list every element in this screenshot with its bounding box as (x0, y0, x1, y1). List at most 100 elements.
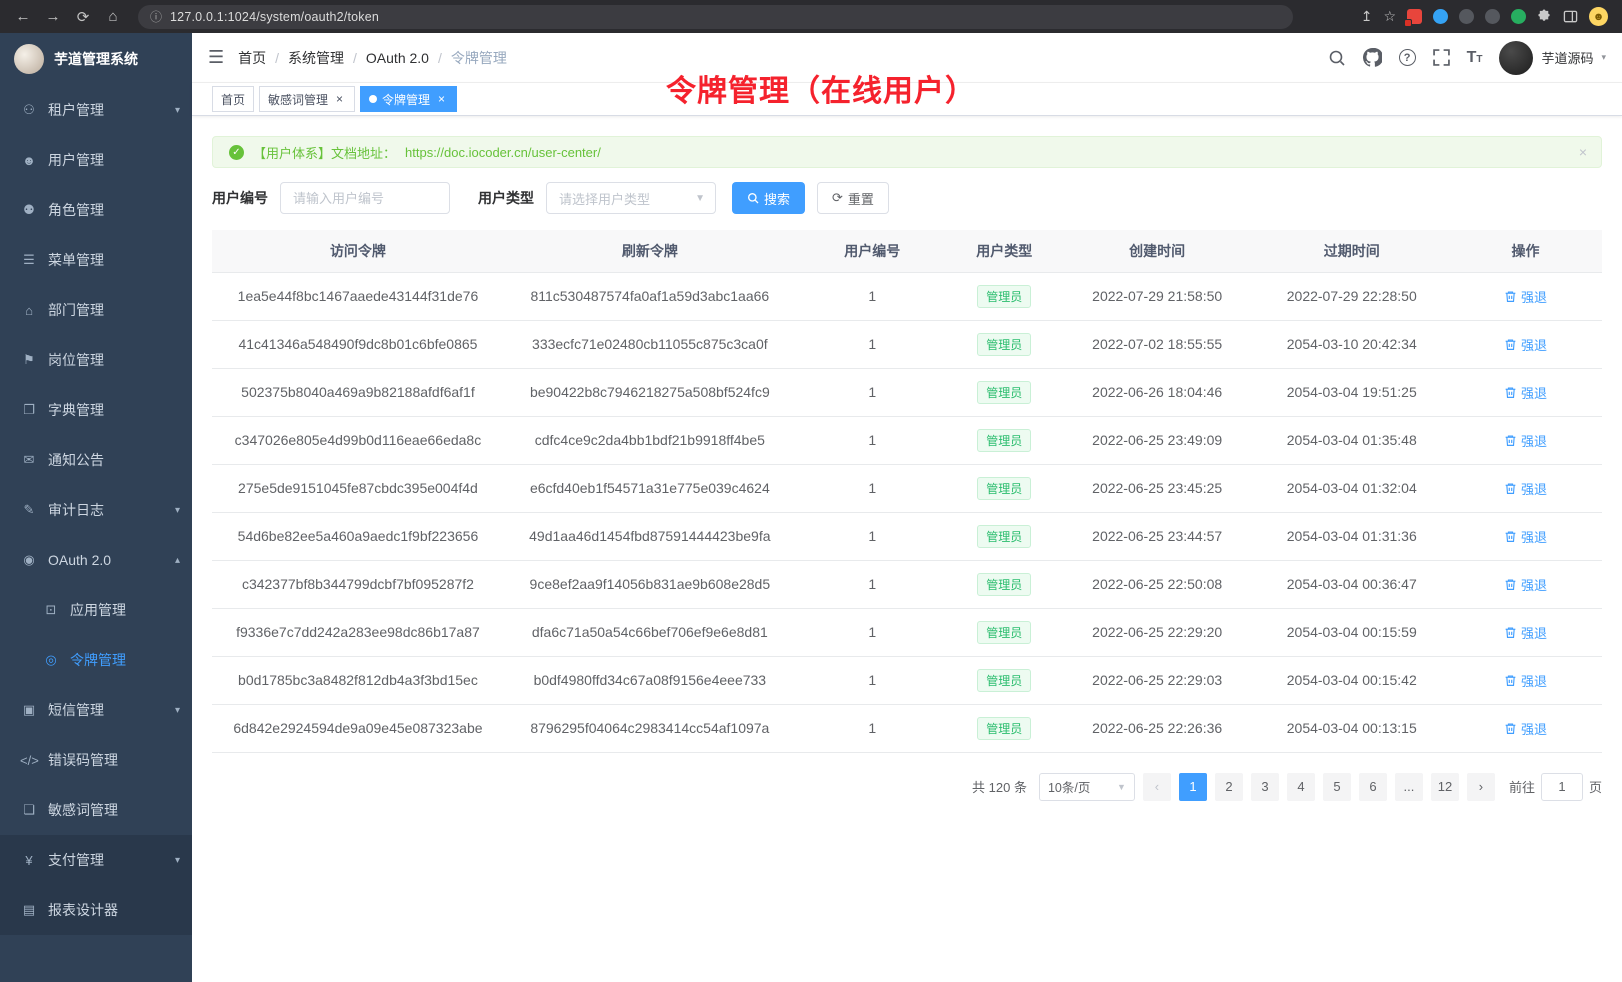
expires-cell: 2054-03-04 00:15:59 (1254, 608, 1449, 656)
extension-green-icon[interactable] (1511, 9, 1526, 24)
user-menu[interactable]: 芋道源码 ▾ (1499, 41, 1606, 75)
address-bar[interactable]: ⓘ 127.0.0.1:1024/system/oauth2/token (138, 5, 1293, 29)
goto-page-input[interactable] (1541, 773, 1583, 801)
actions-cell: 强退 (1449, 320, 1602, 368)
bookmark-star-icon[interactable]: ☆ (1383, 8, 1396, 25)
extension-red-icon[interactable] (1407, 9, 1422, 24)
user-id-cell: 1 (796, 656, 949, 704)
sidebar-item-report-designer[interactable]: ▤ 报表设计器 (0, 885, 192, 935)
sidebar-item-menu-mgmt[interactable]: ☰ 菜单管理 (0, 235, 192, 285)
breadcrumb: 首页 / 系统管理 / OAuth 2.0 / 令牌管理 (238, 48, 507, 68)
extension-dark2-icon[interactable] (1485, 9, 1500, 24)
page-button-1[interactable]: 1 (1179, 773, 1207, 801)
page-button-4[interactable]: 4 (1287, 773, 1315, 801)
close-icon[interactable]: × (333, 93, 346, 105)
extension-blue-icon[interactable] (1433, 9, 1448, 24)
user-id-input[interactable] (280, 182, 450, 214)
force-logout-button[interactable]: 强退 (1504, 335, 1547, 354)
actions-cell: 强退 (1449, 464, 1602, 512)
expires-cell: 2022-07-29 22:28:50 (1254, 272, 1449, 320)
back-icon[interactable]: ← (10, 8, 36, 25)
prev-page-button[interactable]: ‹ (1143, 773, 1171, 801)
browser-profile-avatar[interactable]: ☻ (1589, 7, 1608, 26)
force-logout-button[interactable]: 强退 (1504, 671, 1547, 690)
sidebar-item-dict[interactable]: ❐ 字典管理 (0, 385, 192, 435)
page-button-12[interactable]: 12 (1431, 773, 1459, 801)
browser-toolbar-right: ↥ ☆ ☻ (1361, 7, 1612, 26)
sidebar-item-user[interactable]: ☻ 用户管理 (0, 135, 192, 185)
app-logo-row[interactable]: 芋道管理系统 (0, 33, 192, 85)
extensions-puzzle-icon[interactable] (1537, 9, 1552, 24)
share-icon[interactable]: ↥ (1361, 8, 1373, 25)
force-logout-button[interactable]: 强退 (1504, 719, 1547, 738)
annotation-token-management: 令牌管理（在线用户） (666, 66, 976, 110)
sidebar-item-sms[interactable]: ▣ 短信管理 ▾ (0, 685, 192, 735)
tab-sensitive-word[interactable]: 敏感词管理 × (259, 86, 355, 112)
forward-icon[interactable]: → (40, 8, 66, 25)
sidebar-item-oauth2[interactable]: ◉ OAuth 2.0 ▴ (0, 535, 192, 585)
page-button-5[interactable]: 5 (1323, 773, 1351, 801)
actions-cell: 强退 (1449, 560, 1602, 608)
breadcrumb-oauth2[interactable]: OAuth 2.0 (366, 50, 429, 66)
sidebar-item-dept[interactable]: ⌂ 部门管理 (0, 285, 192, 335)
refresh-token-cell: 811c530487574fa0af1a59d3abc1aa66 (504, 272, 796, 320)
access-token-cell: c347026e805e4d99b0d116eae66eda8c (212, 416, 504, 464)
force-logout-button[interactable]: 强退 (1504, 287, 1547, 306)
breadcrumb-system[interactable]: 系统管理 (288, 48, 344, 68)
user-type-select[interactable]: 请选择用户类型 ▼ (546, 182, 716, 214)
app-logo (14, 44, 44, 74)
sidebar-item-sensitive-word[interactable]: ❏ 敏感词管理 (0, 785, 192, 835)
user-type-cell: 管理员 (949, 512, 1060, 560)
doc-link[interactable]: https://doc.iocoder.cn/user-center/ (405, 145, 601, 160)
page-button-6[interactable]: 6 (1359, 773, 1387, 801)
close-icon[interactable]: × (435, 93, 448, 105)
github-icon[interactable] (1363, 48, 1382, 67)
sidebar-item-role[interactable]: ⚉ 角色管理 (0, 185, 192, 235)
created-cell: 2022-06-25 23:45:25 (1060, 464, 1255, 512)
user-type-badge: 管理员 (977, 381, 1031, 404)
breadcrumb-home[interactable]: 首页 (238, 48, 266, 68)
banner-close-icon[interactable]: × (1579, 144, 1587, 160)
help-icon[interactable]: ? (1399, 49, 1416, 66)
font-size-icon[interactable]: TT (1467, 50, 1483, 66)
sidebar-item-tenant[interactable]: ⚇ 租户管理 ▾ (0, 85, 192, 135)
force-logout-button[interactable]: 强退 (1504, 527, 1547, 546)
filter-bar: 用户编号 用户类型 请选择用户类型 ▼ 搜索 ⟳ 重置 (212, 182, 1602, 214)
created-cell: 2022-06-26 18:04:46 (1060, 368, 1255, 416)
page-button-2[interactable]: 2 (1215, 773, 1243, 801)
search-icon[interactable] (1328, 49, 1346, 67)
collapse-menu-icon[interactable]: ☰ (208, 47, 224, 68)
sidebar-item-pay[interactable]: ¥ 支付管理 ▾ (0, 835, 192, 885)
force-logout-button[interactable]: 强退 (1504, 575, 1547, 594)
tab-home[interactable]: 首页 (212, 86, 254, 112)
fullscreen-icon[interactable] (1433, 49, 1450, 66)
tab-token[interactable]: 令牌管理 × (360, 86, 457, 112)
sidebar-item-oauth2-token[interactable]: ◎ 令牌管理 (0, 635, 192, 685)
next-page-button[interactable]: › (1467, 773, 1495, 801)
sidebar-item-post[interactable]: ⚑ 岗位管理 (0, 335, 192, 385)
home-icon[interactable]: ⌂ (100, 8, 126, 25)
page-size-select[interactable]: 10条/页 ▼ (1039, 773, 1135, 801)
sidebar-item-audit-log[interactable]: ✎ 审计日志 ▾ (0, 485, 192, 535)
created-cell: 2022-06-25 23:49:09 (1060, 416, 1255, 464)
more-pages-button[interactable]: ... (1395, 773, 1423, 801)
force-logout-button[interactable]: 强退 (1504, 479, 1547, 498)
reload-icon[interactable]: ⟳ (70, 8, 96, 26)
search-button[interactable]: 搜索 (732, 182, 805, 214)
sidebar-item-error-code[interactable]: </> 错误码管理 (0, 735, 192, 785)
force-logout-button[interactable]: 强退 (1504, 623, 1547, 642)
reset-button[interactable]: ⟳ 重置 (817, 182, 889, 214)
sidebar-item-oauth2-app[interactable]: ⊡ 应用管理 (0, 585, 192, 635)
page-button-3[interactable]: 3 (1251, 773, 1279, 801)
success-check-icon: ✓ (229, 145, 244, 160)
side-panel-icon[interactable] (1563, 9, 1578, 24)
sidebar-item-notice[interactable]: ✉ 通知公告 (0, 435, 192, 485)
tenant-icon: ⚇ (20, 102, 38, 118)
extension-dark-icon[interactable] (1459, 9, 1474, 24)
force-logout-button[interactable]: 强退 (1504, 383, 1547, 402)
site-info-icon[interactable]: ⓘ (150, 8, 162, 25)
menu-icon: ☰ (20, 252, 38, 268)
table-row: b0d1785bc3a8482f812db4a3f3bd15ec b0df498… (212, 656, 1602, 704)
force-logout-button[interactable]: 强退 (1504, 431, 1547, 450)
actions-cell: 强退 (1449, 704, 1602, 752)
